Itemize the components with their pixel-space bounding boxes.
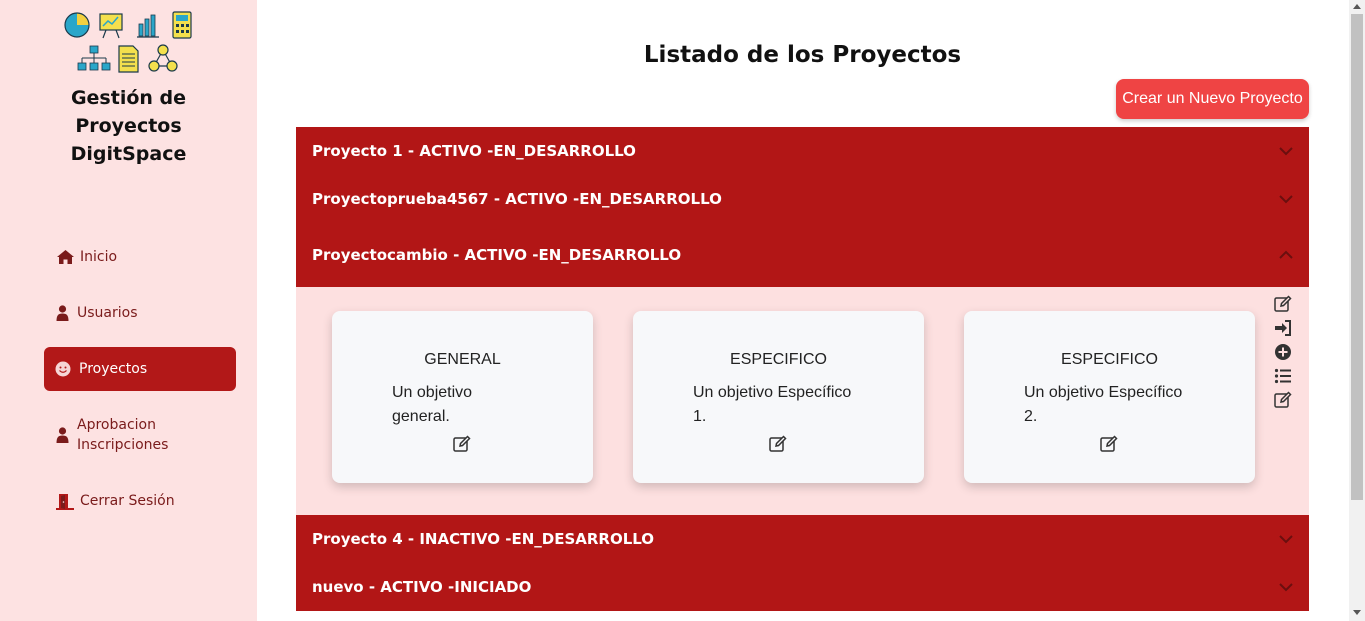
brand-line: Gestión de [70, 87, 187, 109]
door-exit-icon [55, 492, 75, 510]
user-icon [55, 426, 69, 444]
sign-in-icon[interactable] [1274, 319, 1292, 337]
vertical-scrollbar[interactable] [1349, 0, 1365, 621]
project-accordion-header[interactable]: Proyecto 4 - INACTIVO -EN_DESARROLLO [296, 515, 1309, 563]
project-title: Proyectoprueba4567 - ACTIVO -EN_DESARROL… [312, 190, 722, 208]
project-title: Proyecto 1 - ACTIVO -EN_DESARROLLO [312, 142, 636, 160]
home-icon [55, 248, 75, 266]
label-line: Inscripciones [77, 437, 169, 453]
objective-card: ESPECIFICO Un objetivo Específico 2. [964, 311, 1255, 483]
sidebar-item-label: Cerrar Sesión [80, 493, 175, 509]
project-title: nuevo - ACTIVO -INICIADO [312, 578, 532, 596]
sidebar-item-label: Aprobacion Inscripciones [77, 415, 168, 455]
project-tools [1274, 295, 1296, 415]
sidebar-item-usuarios[interactable]: Usuarios [44, 303, 236, 323]
desc-line: Un objetivo Específico [693, 384, 852, 401]
scroll-up-arrow-icon[interactable] [1353, 4, 1361, 9]
list-icon[interactable] [1274, 367, 1292, 385]
objective-card: ESPECIFICO Un objetivo Específico 1. [633, 311, 924, 483]
edit-icon[interactable] [1100, 435, 1118, 453]
sidebar-item-cerrar-sesion[interactable]: Cerrar Sesión [44, 491, 236, 511]
document-icon [118, 45, 139, 73]
project-title: Proyecto 4 - INACTIVO -EN_DESARROLLO [312, 530, 655, 548]
sidebar-item-label: Proyectos [79, 361, 148, 377]
plus-circle-icon[interactable] [1274, 343, 1292, 361]
sidebar-item-proyectos[interactable]: Proyectos [44, 347, 236, 391]
org-chart-icon [77, 45, 111, 71]
app-logo [64, 11, 192, 73]
project-accordion-header[interactable]: Proyecto 1 - ACTIVO -EN_DESARROLLO [296, 127, 1309, 175]
sidebar-item-label: Usuarios [77, 305, 138, 321]
sidebar-item-label: Inicio [80, 249, 118, 265]
chevron-down-icon [1279, 583, 1293, 592]
desc-line: 1. [693, 408, 707, 425]
bar-chart-icon [137, 14, 159, 38]
calculator-icon [172, 11, 192, 39]
smile-icon [55, 360, 71, 378]
sidebar-item-inicio[interactable]: Inicio [44, 247, 236, 267]
brand-line: DigitSpace [70, 143, 187, 165]
page-title: Listado de los Proyectos [643, 42, 962, 68]
project-accordion-header[interactable]: Proyectocambio - ACTIVO -EN_DESARROLLO [296, 223, 1309, 287]
sidebar: Gestión de Proyectos DigitSpace Inicio U… [0, 0, 257, 621]
chevron-up-icon [1279, 250, 1293, 259]
project-details-panel: GENERAL Un objetivo general. ESPECIFICO … [296, 287, 1309, 515]
chevron-down-icon [1279, 195, 1293, 204]
presentation-icon [99, 13, 123, 39]
user-icon [55, 304, 69, 322]
edit-icon[interactable] [1274, 391, 1292, 409]
objective-description: Un objetivo Específico 2. [1024, 381, 1182, 429]
network-icon [148, 44, 178, 72]
desc-line: general. [392, 408, 450, 425]
desc-line: 2. [1024, 408, 1038, 425]
sidebar-item-aprobacion-inscripciones[interactable]: Aprobacion Inscripciones [44, 415, 236, 455]
brand-line: Proyectos [75, 115, 182, 137]
edit-icon[interactable] [769, 435, 787, 453]
objective-description: Un objetivo general. [392, 381, 472, 429]
desc-line: Un objetivo Específico [1024, 384, 1183, 401]
label-line: Aprobacion [77, 417, 156, 433]
pie-chart-icon [64, 12, 90, 38]
chevron-down-icon [1279, 535, 1293, 544]
objective-type: GENERAL [424, 351, 501, 368]
objective-type: ESPECIFICO [730, 351, 827, 368]
edit-icon[interactable] [453, 435, 471, 453]
chevron-down-icon [1279, 147, 1293, 156]
objective-card: GENERAL Un objetivo general. [332, 311, 593, 483]
project-title: Proyectocambio - ACTIVO -EN_DESARROLLO [312, 246, 682, 264]
project-accordion-header[interactable]: nuevo - ACTIVO -INICIADO [296, 563, 1309, 611]
objective-type: ESPECIFICO [1061, 351, 1158, 368]
scroll-down-arrow-icon[interactable] [1353, 610, 1361, 615]
scroll-thumb[interactable] [1351, 14, 1363, 500]
project-accordion-header[interactable]: Proyectoprueba4567 - ACTIVO -EN_DESARROL… [296, 175, 1309, 223]
objective-description: Un objetivo Específico 1. [693, 381, 851, 429]
brand-title: Gestión de Proyectos DigitSpace [0, 84, 257, 168]
desc-line: Un objetivo [392, 384, 473, 401]
create-project-button[interactable]: Crear un Nuevo Proyecto [1116, 79, 1309, 119]
edit-icon[interactable] [1274, 295, 1292, 313]
